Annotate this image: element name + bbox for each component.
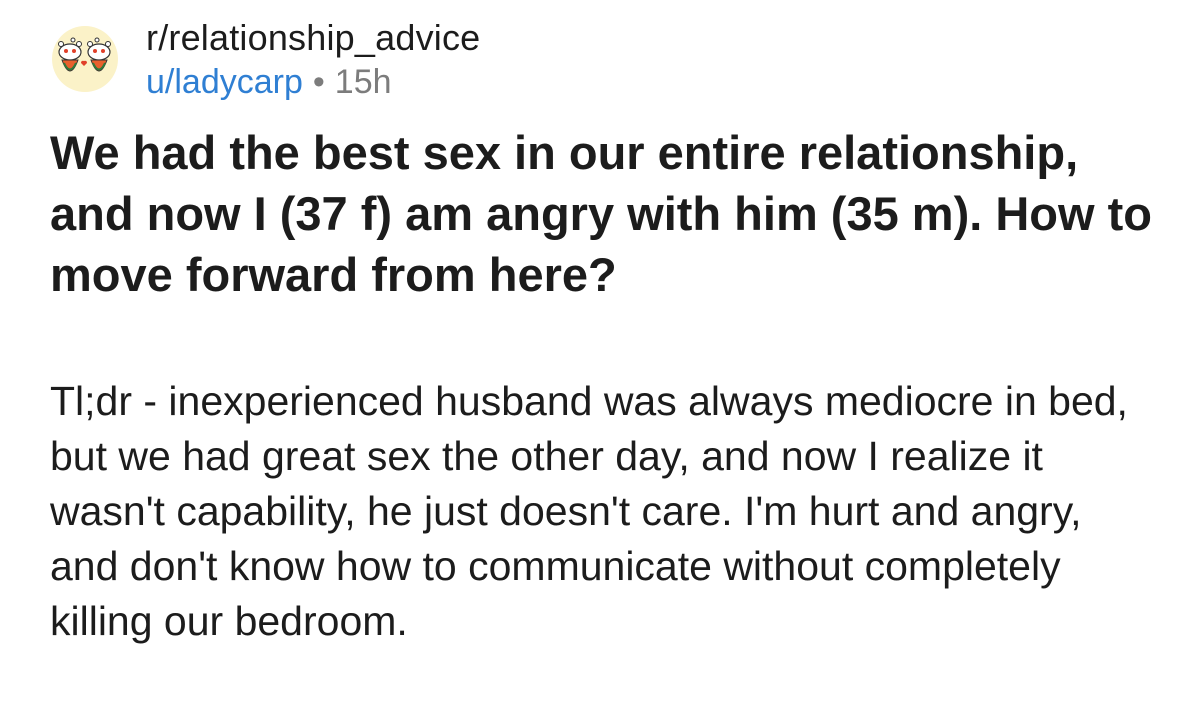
post-meta: r/relationship_advice u/ladycarp • 15h (146, 18, 480, 102)
snoo-pair-icon (58, 37, 111, 72)
post-body: Tl;dr - inexperienced husband was always… (50, 378, 1128, 644)
post-title[interactable]: We had the best sex in our entire relati… (50, 122, 1160, 305)
subreddit-avatar-icon[interactable] (52, 26, 118, 92)
subreddit-link[interactable]: r/relationship_advice (146, 18, 480, 58)
post-byline: u/ladycarp • 15h (146, 62, 480, 102)
meta-separator: • (312, 63, 325, 101)
reddit-post: r/relationship_advice u/ladycarp • 15h We … (0, 0, 1179, 718)
post-timestamp: 15h (334, 63, 392, 101)
post-header: r/relationship_advice u/ladycarp • 15h (50, 18, 1150, 102)
author-link[interactable]: u/ladycarp (146, 63, 303, 101)
